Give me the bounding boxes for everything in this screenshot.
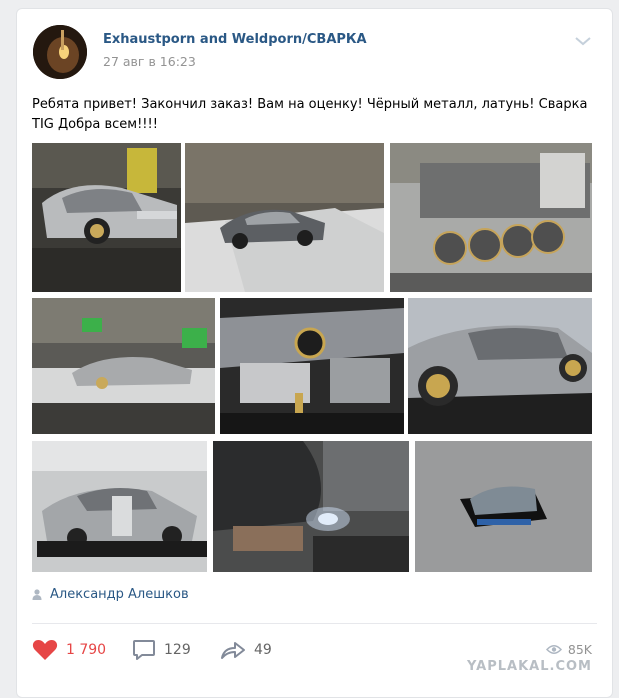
- divider: [32, 623, 597, 624]
- comment-icon: [133, 640, 155, 660]
- person-icon: [32, 589, 42, 600]
- photo-2[interactable]: [185, 143, 384, 292]
- community-name[interactable]: Exhaustporn and Weldporn/СВАРКА: [103, 32, 367, 47]
- post-text: Ребята привет! Закончил заказ! Вам на оц…: [32, 97, 588, 132]
- share-button[interactable]: 49: [220, 639, 272, 661]
- share-count: 49: [254, 642, 272, 658]
- photo-6[interactable]: [408, 298, 592, 434]
- signer-name: Александр Алешков: [50, 587, 189, 602]
- like-button[interactable]: 1 790: [32, 639, 106, 661]
- eye-icon: [545, 645, 562, 654]
- photo-8[interactable]: [213, 441, 409, 572]
- heart-icon: [32, 640, 58, 660]
- post-date[interactable]: 27 авг в 16:23: [103, 54, 196, 69]
- comment-button[interactable]: 129: [132, 639, 191, 661]
- post-card: Exhaustporn and Weldporn/СВАРКА 27 авг в…: [16, 8, 613, 698]
- watermark: YAPLAKAL.COM: [467, 659, 592, 674]
- photo-3[interactable]: [390, 143, 592, 292]
- photo-7[interactable]: [32, 441, 207, 572]
- photo-9[interactable]: [415, 441, 592, 572]
- views-counter: 85K: [545, 642, 592, 657]
- comment-count: 129: [164, 642, 191, 658]
- photo-5[interactable]: [220, 298, 404, 434]
- photo-4[interactable]: [32, 298, 215, 434]
- like-count: 1 790: [66, 642, 107, 658]
- share-icon: [221, 642, 245, 659]
- photo-1[interactable]: [32, 143, 181, 292]
- chevron-down-icon[interactable]: [574, 35, 592, 47]
- community-avatar[interactable]: [33, 25, 87, 79]
- views-count: 85K: [567, 642, 592, 657]
- post-signer[interactable]: Александр Алешков: [32, 587, 189, 602]
